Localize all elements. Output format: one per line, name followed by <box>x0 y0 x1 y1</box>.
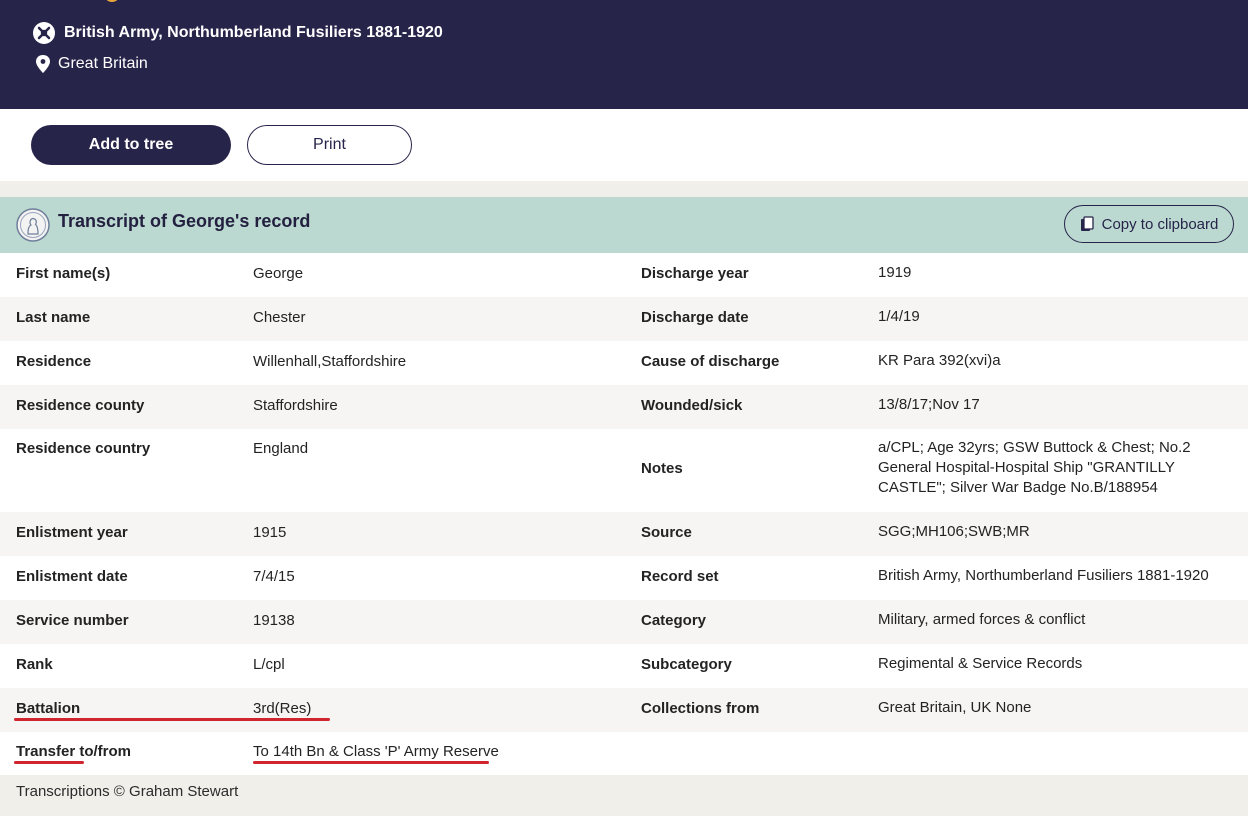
field-value: Willenhall,Staffordshire <box>253 353 407 370</box>
field-label: Record set <box>641 568 719 585</box>
field-label: Source <box>641 524 692 541</box>
field-label: Residence county <box>16 397 145 414</box>
field-value: 1/4/19 <box>878 308 920 325</box>
field-label: Discharge year <box>641 265 749 282</box>
field-value: 1919 <box>878 264 912 281</box>
record-header: British Army, Northumberland Fusiliers 1… <box>0 0 1248 109</box>
field-label: Collections from <box>641 700 760 717</box>
field-value: British Army, Northumberland Fusiliers 1… <box>878 567 1209 584</box>
transcript-table: First name(s) George Discharge year 1919… <box>0 253 1248 775</box>
field-label: Service number <box>16 612 129 629</box>
copy-to-clipboard-button[interactable]: Copy to clipboard <box>1064 205 1234 243</box>
field-label: Discharge date <box>641 309 749 326</box>
field-label: Cause of discharge <box>641 353 780 370</box>
field-label: Last name <box>16 309 91 326</box>
field-value: 13/8/17;Nov 17 <box>878 396 980 413</box>
table-row: Service number 19138 Category Military, … <box>0 600 1248 644</box>
field-label: Residence <box>16 353 92 370</box>
field-value: 7/4/15 <box>253 568 295 585</box>
table-row: First name(s) George Discharge year 1919 <box>0 253 1248 297</box>
transcription-credit: Transcriptions © Graham Stewart <box>16 783 239 800</box>
field-value: Military, armed forces & conflict <box>878 611 1086 628</box>
field-value: SGG;MH106;SWB;MR <box>878 523 1030 540</box>
transcript-header: Transcript of George's record Copy to cl… <box>0 197 1248 253</box>
clipboard-icon <box>1080 216 1094 232</box>
title-fragment <box>104 0 120 2</box>
field-value: 1915 <box>253 524 287 541</box>
field-value: Regimental & Service Records <box>878 655 1083 672</box>
field-label: Subcategory <box>641 656 732 673</box>
field-label: Rank <box>16 656 53 673</box>
field-label: Category <box>641 612 707 629</box>
field-value: England <box>253 440 309 457</box>
field-label: Enlistment year <box>16 524 128 541</box>
highlight-underline <box>253 761 489 764</box>
field-value: Chester <box>253 309 306 326</box>
field-value: L/cpl <box>253 656 285 673</box>
field-label: Enlistment date <box>16 568 128 585</box>
transcript-title: Transcript of George's record <box>58 211 311 231</box>
table-row: Enlistment date 7/4/15 Record set Britis… <box>0 556 1248 600</box>
field-value: Staffordshire <box>253 397 338 414</box>
field-value: KR Para 392(xvi)a <box>878 352 1001 369</box>
location-name: Great Britain <box>58 55 148 72</box>
field-label: Notes <box>641 460 683 477</box>
table-row: Enlistment year 1915 Source SGG;MH106;SW… <box>0 512 1248 556</box>
collection-row: British Army, Northumberland Fusiliers 1… <box>32 21 443 45</box>
action-bar: Add to tree Print <box>0 109 1248 181</box>
table-row: Residence county Staffordshire Wounded/s… <box>0 385 1248 429</box>
highlight-underline <box>14 718 330 721</box>
field-value: George <box>253 265 304 282</box>
collection-name: British Army, Northumberland Fusiliers 1… <box>64 24 443 41</box>
field-label: Residence country <box>16 440 151 457</box>
table-row: Last name Chester Discharge date 1/4/19 <box>0 297 1248 341</box>
table-row: Residence country England Notes a/CPL; A… <box>0 429 1248 655</box>
table-row: Battalion 3rd(Res) Collections from Grea… <box>0 688 1248 732</box>
field-value: 19138 <box>253 612 295 629</box>
field-label: Battalion <box>16 700 81 717</box>
table-row: Transfer to/from To 14th Bn & Class 'P' … <box>0 732 1248 775</box>
location-row: Great Britain <box>34 54 148 74</box>
highlight-underline <box>14 761 84 764</box>
collection-icon <box>32 21 56 45</box>
field-value: Great Britain, UK None <box>878 699 1032 716</box>
location-pin-icon <box>34 54 52 74</box>
field-value: To 14th Bn & Class 'P' Army Reserve <box>253 743 499 760</box>
field-label: Wounded/sick <box>641 397 743 414</box>
add-to-tree-button[interactable]: Add to tree <box>31 125 231 165</box>
field-label: First name(s) <box>16 265 111 282</box>
field-value: a/CPL; Age 32yrs; GSW Buttock & Chest; N… <box>878 439 1191 496</box>
table-row: Residence Willenhall,Staffordshire Cause… <box>0 341 1248 385</box>
print-button[interactable]: Print <box>247 125 412 165</box>
table-row: Rank L/cpl Subcategory Regimental & Serv… <box>0 644 1248 688</box>
field-label: Transfer to/from <box>16 743 132 760</box>
copy-label: Copy to clipboard <box>1101 215 1219 233</box>
field-value: 3rd(Res) <box>253 700 312 717</box>
record-portrait-icon <box>16 208 50 242</box>
